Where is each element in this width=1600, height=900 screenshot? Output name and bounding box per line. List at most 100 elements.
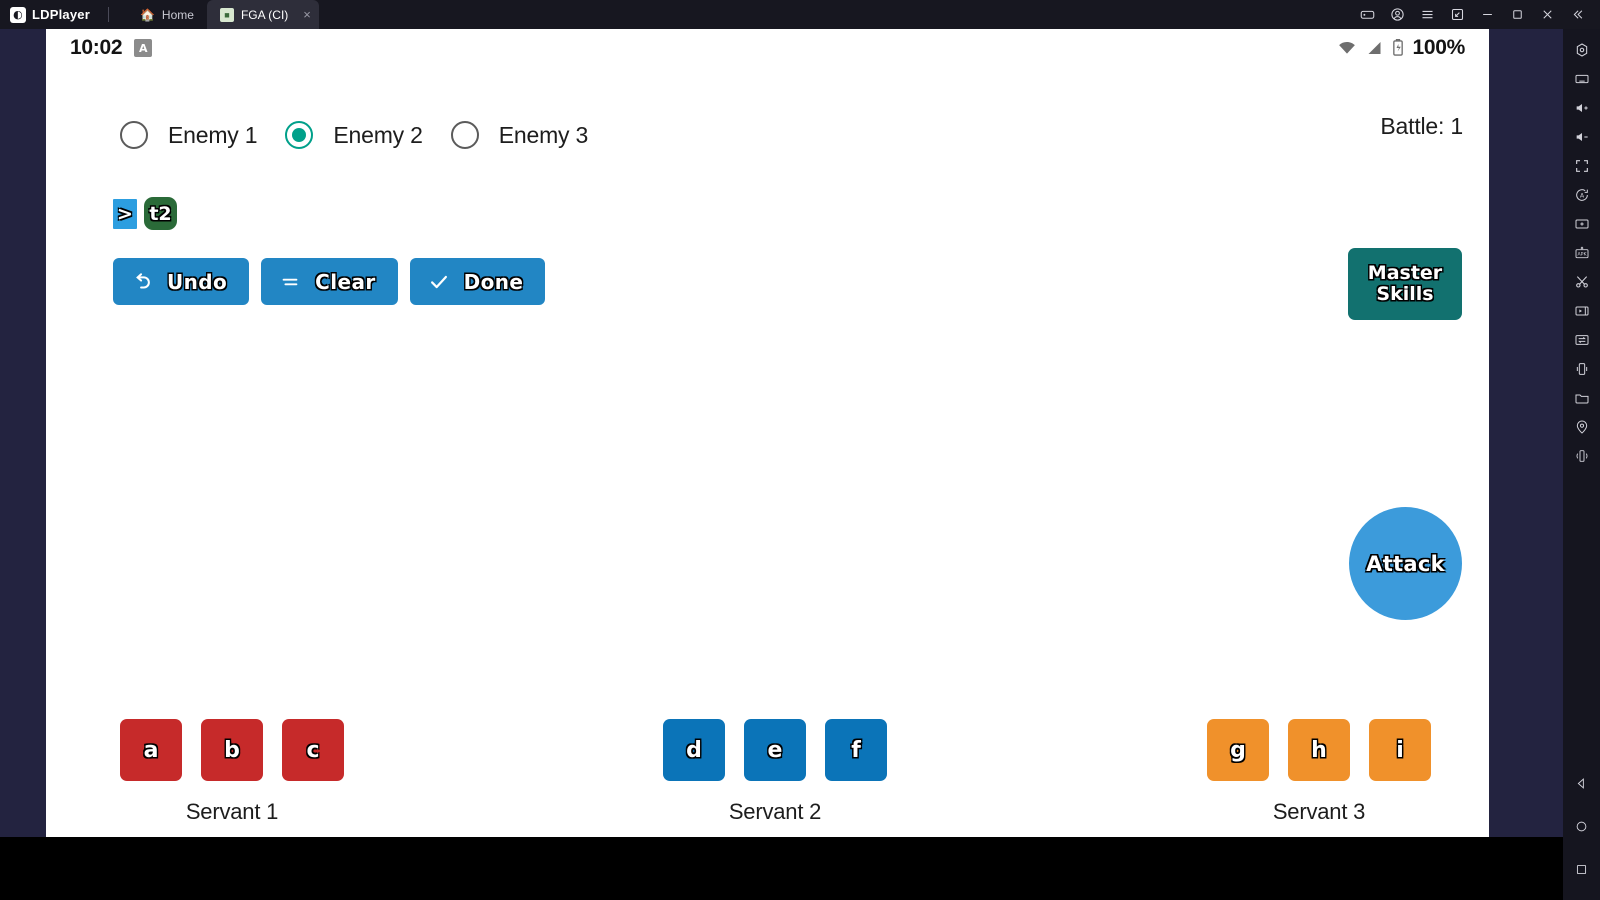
servant-1-skill-b-label: b [224, 737, 240, 763]
chip-target-arrow[interactable]: > [113, 198, 137, 229]
radio-enemy-2-label: Enemy 2 [333, 121, 423, 148]
home-nav-icon[interactable] [1567, 812, 1597, 841]
signal-icon [1365, 39, 1384, 57]
minimize-icon[interactable] [1472, 0, 1502, 29]
servant-1-skill-c[interactable]: c [282, 719, 344, 781]
command-queue: > t2 [113, 197, 177, 230]
ldplayer-window: ◐ LDPlayer 🏠 Home ■ FGA (CI) × A APK 10:… [0, 0, 1600, 900]
tab-fga[interactable]: ■ FGA (CI) × [206, 0, 319, 29]
notification-badge-icon: A [134, 39, 153, 57]
servant-2-skill-e-label: e [767, 737, 783, 763]
radio-enemy-1-label: Enemy 1 [168, 121, 258, 148]
recents-icon[interactable] [1567, 855, 1597, 884]
battery-charging-icon [1391, 38, 1405, 58]
servant-2-skill-f[interactable]: f [825, 719, 887, 781]
emulator-toolbar: A APK [1563, 29, 1600, 900]
menu-icon[interactable] [1412, 0, 1442, 29]
status-clock: 10:02 [70, 36, 123, 59]
done-button[interactable]: Done [409, 258, 546, 305]
tab-strip: 🏠 Home ■ FGA (CI) × [127, 0, 319, 29]
servant-3-skill-g[interactable]: g [1207, 719, 1269, 781]
undo-label: Undo [167, 269, 228, 294]
folder-icon[interactable] [1567, 383, 1597, 412]
tab-home-label: Home [161, 7, 194, 22]
radio-dot-icon [292, 128, 307, 142]
servant-3-skill-h-label: h [1311, 737, 1327, 763]
svg-text:APK: APK [1577, 251, 1587, 257]
brand-logo-area: ◐ LDPlayer [0, 6, 109, 23]
screenshot-icon[interactable] [1567, 209, 1597, 238]
servant-3-skill-g-label: g [1230, 737, 1246, 763]
status-bar-right: 100% [1336, 36, 1465, 60]
back-icon[interactable] [1567, 769, 1597, 798]
maximize-icon[interactable] [1502, 0, 1532, 29]
servant-2: d e f Servant 2 [663, 719, 887, 825]
right-filler-band [1489, 29, 1563, 837]
collapse-icon[interactable] [1562, 0, 1592, 29]
window-controls [1352, 0, 1600, 29]
ldplayer-logo-icon: ◐ [10, 6, 26, 23]
fullscreen-icon[interactable] [1567, 151, 1597, 180]
radio-circle-icon [120, 121, 148, 149]
status-bar-left: 10:02 A [70, 36, 153, 60]
check-icon [428, 271, 450, 293]
radio-circle-icon [450, 121, 479, 149]
servant-1-skill-c-label: c [306, 737, 320, 763]
volume-down-icon[interactable] [1567, 122, 1597, 151]
radio-enemy-2[interactable]: Enemy 2 [285, 121, 450, 149]
attack-label: Attack [1366, 551, 1445, 576]
volume-up-icon[interactable] [1567, 93, 1597, 122]
radio-enemy-1[interactable]: Enemy 1 [120, 121, 285, 149]
location-icon[interactable] [1567, 412, 1597, 441]
undo-button[interactable]: Undo [113, 258, 250, 305]
radio-enemy-3[interactable]: Enemy 3 [450, 121, 616, 149]
video-record-icon[interactable] [1567, 296, 1597, 325]
servant-2-skill-d-label: d [686, 737, 702, 763]
window-titlebar: ◐ LDPlayer 🏠 Home ■ FGA (CI) × [0, 0, 1600, 29]
servant-1-skill-a[interactable]: a [120, 719, 182, 781]
user-icon[interactable] [1382, 0, 1412, 29]
gamepad-icon[interactable] [1352, 0, 1382, 29]
svg-text:A: A [1579, 192, 1584, 199]
vibrate-icon[interactable] [1567, 441, 1597, 470]
servant-3-skill-row: g h i [1207, 719, 1431, 781]
android-status-bar: 10:02 A 100% [46, 29, 1489, 67]
multi-instance-icon[interactable] [1442, 0, 1472, 29]
tab-home[interactable]: 🏠 Home [127, 0, 207, 29]
servant-2-skill-d[interactable]: d [663, 719, 725, 781]
done-label: Done [463, 269, 524, 294]
shake-icon[interactable] [1567, 354, 1597, 383]
servant-1: a b c Servant 1 [120, 719, 344, 825]
master-skills-line1: Master [1367, 261, 1443, 284]
servant-1-skill-b[interactable]: b [201, 719, 263, 781]
servant-skill-bar: a b c Servant 1 d e f Servant 2 g h i Se… [46, 719, 1489, 825]
clear-button[interactable]: Clear [261, 258, 398, 305]
attack-button[interactable]: Attack [1349, 507, 1462, 620]
settings-icon[interactable] [1567, 35, 1597, 64]
bottom-filler-band [0, 837, 1563, 900]
chip-skill-t2[interactable]: t2 [144, 197, 177, 230]
servant-3-skill-h[interactable]: h [1288, 719, 1350, 781]
servant-1-label: Servant 1 [185, 799, 279, 824]
master-skills-button[interactable]: Master Skills [1348, 248, 1462, 320]
file-transfer-icon[interactable] [1567, 325, 1597, 354]
undo-icon [131, 271, 153, 293]
keyboard-icon[interactable] [1567, 64, 1597, 93]
apk-install-icon[interactable]: APK [1567, 238, 1597, 267]
action-button-row: Undo Clear Done [113, 258, 546, 305]
scissors-icon[interactable] [1567, 267, 1597, 296]
servant-2-skill-row: d e f [663, 719, 887, 781]
lines-icon [279, 271, 301, 293]
servant-3-skill-i[interactable]: i [1369, 719, 1431, 781]
servant-2-skill-e[interactable]: e [744, 719, 806, 781]
android-screen: 10:02 A 100% Enemy 1 Enemy 2 Enemy 3 Bat… [46, 29, 1489, 837]
left-filler-band [0, 29, 46, 837]
servant-1-skill-row: a b c [120, 719, 344, 781]
auto-rotate-icon[interactable]: A [1567, 180, 1597, 209]
servant-3-label: Servant 3 [1272, 799, 1366, 824]
tab-close-icon[interactable]: × [303, 8, 311, 21]
brand-name: LDPlayer [32, 7, 90, 22]
servant-2-label: Servant 2 [728, 799, 822, 824]
close-icon[interactable] [1532, 0, 1562, 29]
brand-divider [107, 7, 109, 22]
